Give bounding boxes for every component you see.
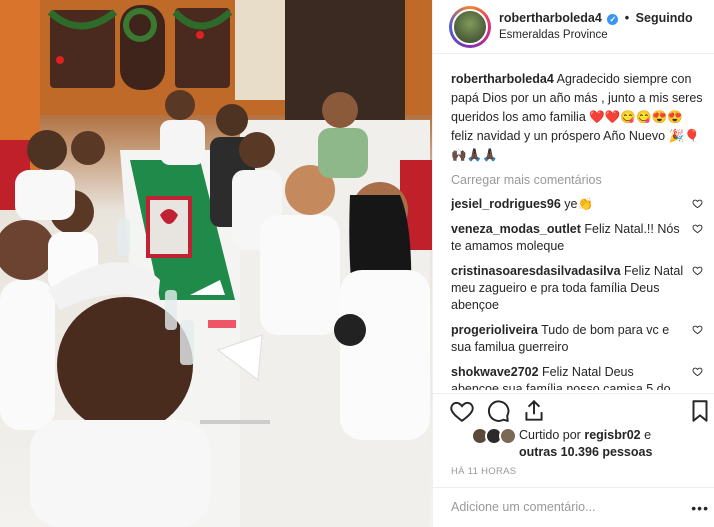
bookmark-icon[interactable] xyxy=(687,398,713,424)
avatar-image xyxy=(452,9,488,45)
comment-username[interactable]: veneza_modas_outlet xyxy=(451,222,581,236)
author-line: robertharboleda4 ✓ • Seguindo xyxy=(499,11,693,25)
post-location[interactable]: Esmeraldas Province xyxy=(499,29,608,41)
post-header: robertharboleda4 ✓ • Seguindo Esmeraldas… xyxy=(433,0,714,54)
verified-badge-icon: ✓ xyxy=(607,14,619,25)
liker-avatar xyxy=(499,427,517,445)
post-photo[interactable] xyxy=(0,0,432,527)
comment-username[interactable]: jesiel_rodrigues96 xyxy=(451,197,561,211)
add-comment-bar: ••• xyxy=(433,487,714,527)
load-more-comments-button[interactable]: Carregar mais comentários xyxy=(451,173,703,187)
add-comment-input[interactable] xyxy=(451,500,691,514)
comments-area: robertharboleda4 Agradecido siempre con … xyxy=(451,70,703,390)
likes-count-link[interactable]: outras 10.396 pessoas xyxy=(519,445,652,459)
comment-like-heart-icon[interactable] xyxy=(692,223,703,234)
post-caption: robertharboleda4 Agradecido siempre con … xyxy=(451,70,703,165)
post-side-panel: robertharboleda4 ✓ • Seguindo Esmeraldas… xyxy=(432,0,714,527)
comment-item: veneza_modas_outlet Feliz Natal.!! Nós t… xyxy=(451,221,703,255)
comment-item: progerioliveira Tudo de bom para vc e su… xyxy=(451,322,703,356)
comment-item: cristinasoaresdasilvadasilva Feliz Natal… xyxy=(451,263,703,314)
share-icon[interactable] xyxy=(521,398,547,424)
liker-username[interactable]: regisbr02 xyxy=(584,428,640,442)
comment-like-heart-icon[interactable] xyxy=(692,265,703,276)
caption-username[interactable]: robertharboleda4 xyxy=(451,72,554,86)
comment-icon[interactable] xyxy=(485,398,511,424)
more-options-icon[interactable]: ••• xyxy=(691,500,709,516)
comment-like-heart-icon[interactable] xyxy=(692,366,703,377)
comment-text: ye👏 xyxy=(564,197,594,211)
photo-illustration xyxy=(0,0,432,527)
author-avatar[interactable] xyxy=(449,6,491,48)
comment-item: shokwave2702 Feliz Natal Deus abençoe su… xyxy=(451,364,703,390)
comment-username[interactable]: shokwave2702 xyxy=(451,365,539,379)
comment-username[interactable]: cristinasoaresdasilvadasilva xyxy=(451,264,621,278)
likes-prefix: Curtido por xyxy=(519,428,581,442)
comment-username[interactable]: progerioliveira xyxy=(451,323,538,337)
likes-summary: Curtido por regisbr02 e outras 10.396 pe… xyxy=(451,425,711,461)
comment-like-heart-icon[interactable] xyxy=(692,324,703,335)
follow-button[interactable]: Seguindo xyxy=(636,11,693,25)
comment-item: jesiel_rodrigues96 ye👏 xyxy=(451,196,703,213)
heart-icon[interactable] xyxy=(449,398,475,424)
author-username[interactable]: robertharboleda4 xyxy=(499,11,602,25)
likes-connector: e xyxy=(644,428,652,442)
likes-text: Curtido por regisbr02 e outras 10.396 pe… xyxy=(519,427,652,461)
separator-dot: • xyxy=(624,11,630,25)
comment-like-heart-icon[interactable] xyxy=(692,198,703,209)
post-timestamp[interactable]: HÁ 11 HORAS xyxy=(451,466,516,477)
